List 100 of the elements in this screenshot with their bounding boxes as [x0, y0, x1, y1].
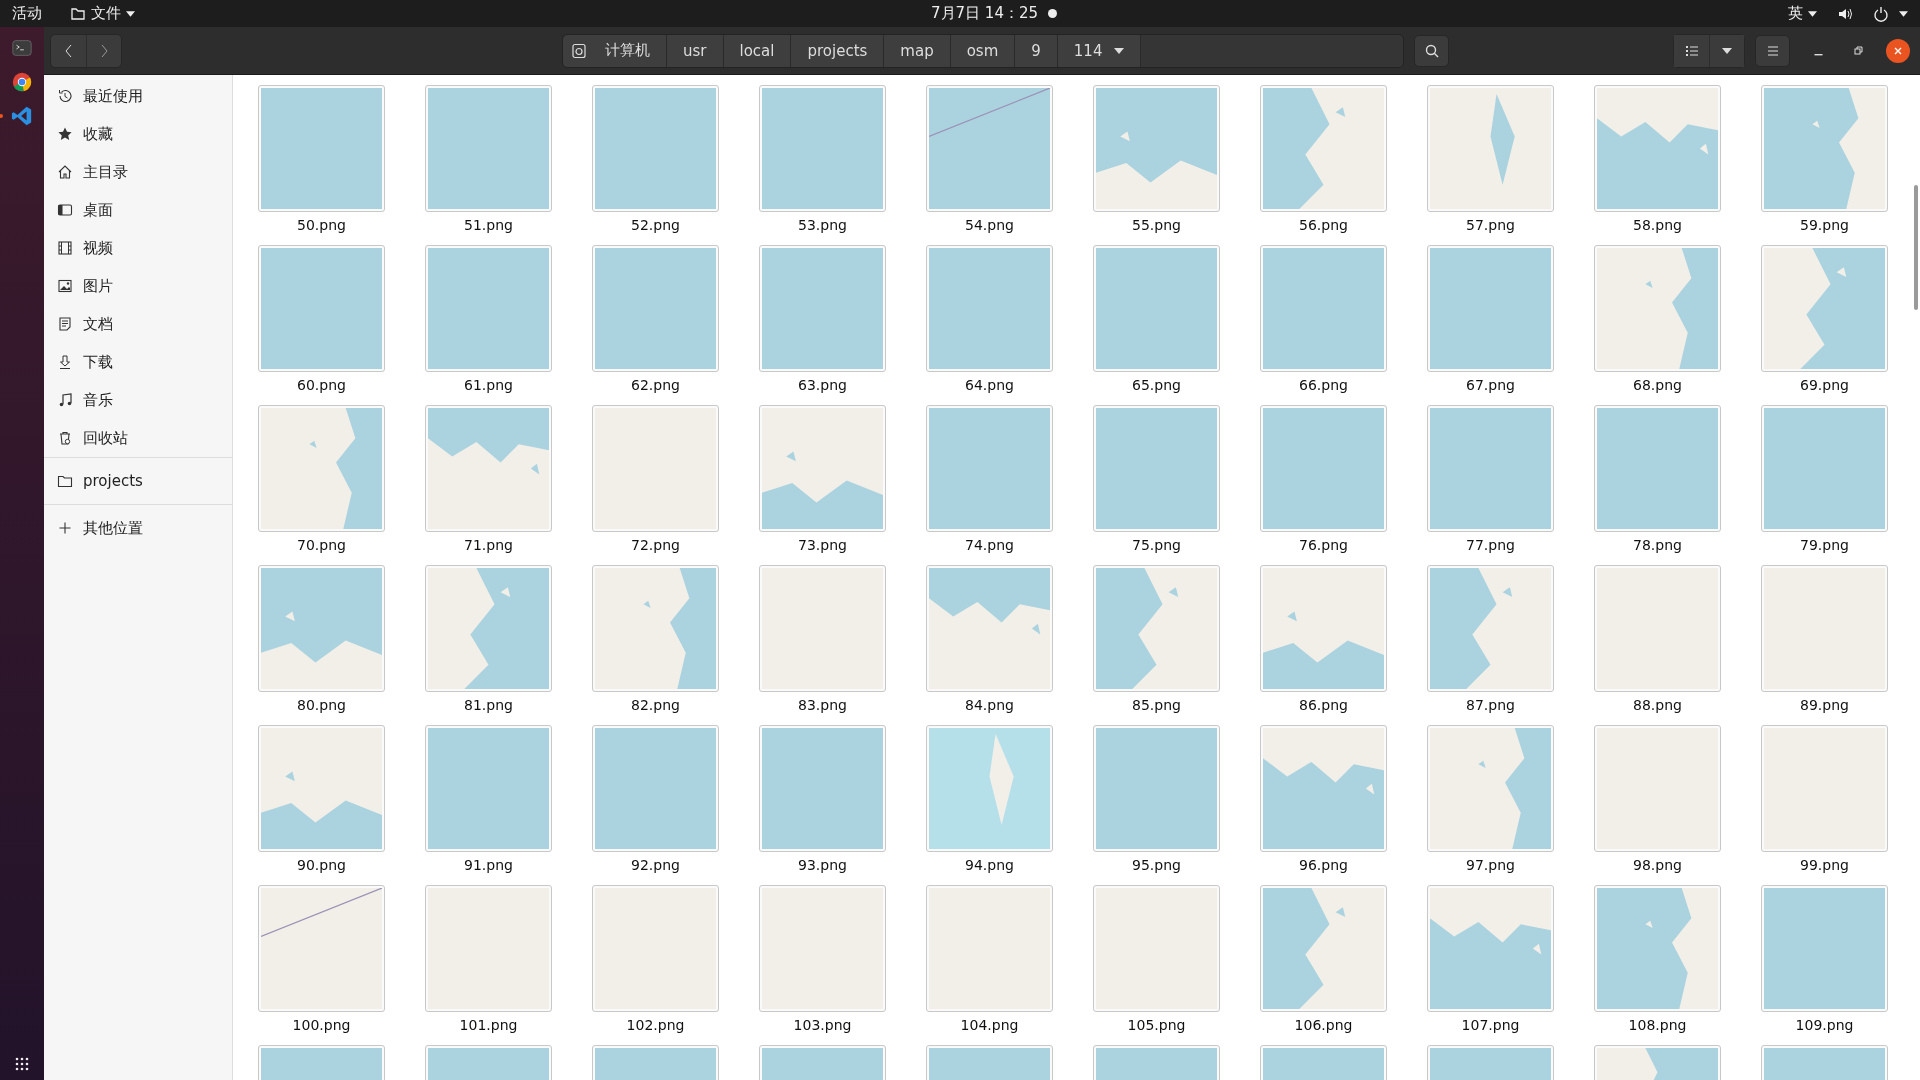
file-name: 92.png [631, 857, 680, 873]
file-name: 77.png [1466, 537, 1515, 553]
caret-icon [1114, 47, 1125, 54]
apps-grid-icon[interactable] [14, 1056, 30, 1072]
file-name: 78.png [1633, 537, 1682, 553]
desktop-icon [57, 202, 73, 218]
path-segment[interactable]: 114 [1057, 34, 1142, 67]
sidebar-item[interactable]: 图片 [44, 267, 232, 305]
file-name: 59.png [1800, 217, 1849, 233]
running-dot-icon [0, 114, 3, 118]
folder-icon [57, 473, 73, 489]
file-name: 68.png [1633, 377, 1682, 393]
file-name: 64.png [965, 377, 1014, 393]
app-menu[interactable]: 文件 [70, 4, 135, 23]
file-name: 79.png [1800, 537, 1849, 553]
input-method-menu[interactable]: 英 [1788, 4, 1817, 23]
sidebar-item[interactable]: 下载 [44, 343, 232, 381]
file-name: 91.png [464, 857, 513, 873]
file-name: 65.png [1132, 377, 1181, 393]
file-name: 55.png [1132, 217, 1181, 233]
sidebar-item[interactable]: 音乐 [44, 381, 232, 419]
file-name: 94.png [965, 857, 1014, 873]
file-name: 75.png [1132, 537, 1181, 553]
file-name: 100.png [292, 1017, 351, 1033]
image-icon [57, 278, 73, 294]
file-name: 53.png [798, 217, 847, 233]
sidebar-item[interactable]: 桌面 [44, 191, 232, 229]
file-name: 83.png [798, 697, 847, 713]
sidebar-item[interactable]: 视频 [44, 229, 232, 267]
sidebar-item[interactable]: 主目录 [44, 153, 232, 191]
file-name: 96.png [1299, 857, 1348, 873]
folder-icon [70, 5, 86, 22]
file-name: 70.png [297, 537, 346, 553]
file-name: 72.png [631, 537, 680, 553]
path-segment[interactable]: map [884, 34, 951, 67]
file-name: 108.png [1628, 1017, 1687, 1033]
sidebar-item[interactable]: projects [44, 462, 232, 500]
sidebar-item[interactable]: 最近使用 [44, 77, 232, 115]
path-segment[interactable]: 9 [1015, 34, 1058, 67]
file-name: 56.png [1299, 217, 1348, 233]
terminal-icon[interactable] [11, 37, 33, 59]
file-name: 50.png [297, 217, 346, 233]
close-button[interactable] [1886, 38, 1910, 63]
sidebar-item[interactable]: 回收站 [44, 419, 232, 457]
chevron-left-icon [63, 42, 74, 59]
file-name: 104.png [960, 1017, 1019, 1033]
browser-icon[interactable] [11, 71, 33, 93]
path-segment[interactable]: local [723, 34, 792, 67]
file-name: 95.png [1132, 857, 1181, 873]
file-name: 61.png [464, 377, 513, 393]
home-icon [57, 164, 73, 180]
activities-button[interactable]: 活动 [12, 4, 42, 23]
document-icon [57, 316, 73, 332]
star-icon [57, 126, 73, 142]
download-icon [57, 354, 73, 370]
file-name: 81.png [464, 697, 513, 713]
file-name: 57.png [1466, 217, 1515, 233]
file-name: 84.png [965, 697, 1014, 713]
path-segment[interactable]: 计算机 [563, 34, 667, 67]
code-editor-icon[interactable] [11, 105, 33, 127]
search-icon [1423, 42, 1440, 59]
search-button[interactable] [1414, 34, 1449, 67]
file-name: 54.png [965, 217, 1014, 233]
caret-icon[interactable] [1899, 10, 1908, 17]
file-name: 99.png [1800, 857, 1849, 873]
file-name: 101.png [459, 1017, 518, 1033]
caret-icon [1808, 10, 1817, 17]
recent-icon [57, 88, 73, 104]
path-segment[interactable]: usr [667, 34, 724, 67]
file-name: 80.png [297, 697, 346, 713]
sidebar-item[interactable]: 收藏 [44, 115, 232, 153]
sidebar-item[interactable]: 文档 [44, 305, 232, 343]
view-options-button[interactable] [1709, 34, 1744, 67]
scrollbar-thumb[interactable] [1914, 185, 1918, 310]
path-segment[interactable]: projects [791, 34, 885, 67]
file-name: 58.png [1633, 217, 1682, 233]
file-name: 87.png [1466, 697, 1515, 713]
file-name: 109.png [1795, 1017, 1854, 1033]
file-name: 66.png [1299, 377, 1348, 393]
file-name: 67.png [1466, 377, 1515, 393]
file-name: 76.png [1299, 537, 1348, 553]
power-icon[interactable] [1873, 5, 1889, 22]
file-name: 106.png [1294, 1017, 1353, 1033]
file-name: 102.png [626, 1017, 685, 1033]
file-name: 98.png [1633, 857, 1682, 873]
file-name: 88.png [1633, 697, 1682, 713]
caret-icon [126, 10, 135, 17]
file-name: 103.png [793, 1017, 852, 1033]
file-name: 63.png [798, 377, 847, 393]
menu-button[interactable] [1755, 34, 1790, 67]
sidebar-item[interactable]: 其他位置 [44, 509, 232, 547]
path-segment[interactable]: osm [950, 34, 1016, 67]
file-name: 82.png [631, 697, 680, 713]
plus-icon [57, 520, 73, 536]
clock[interactable]: 7月7日 14：25 [931, 4, 1039, 23]
file-name: 86.png [1299, 697, 1348, 713]
chevron-right-icon [99, 42, 109, 59]
file-name: 85.png [1132, 697, 1181, 713]
minimize-icon [1813, 53, 1823, 56]
file-name: 74.png [965, 537, 1014, 553]
